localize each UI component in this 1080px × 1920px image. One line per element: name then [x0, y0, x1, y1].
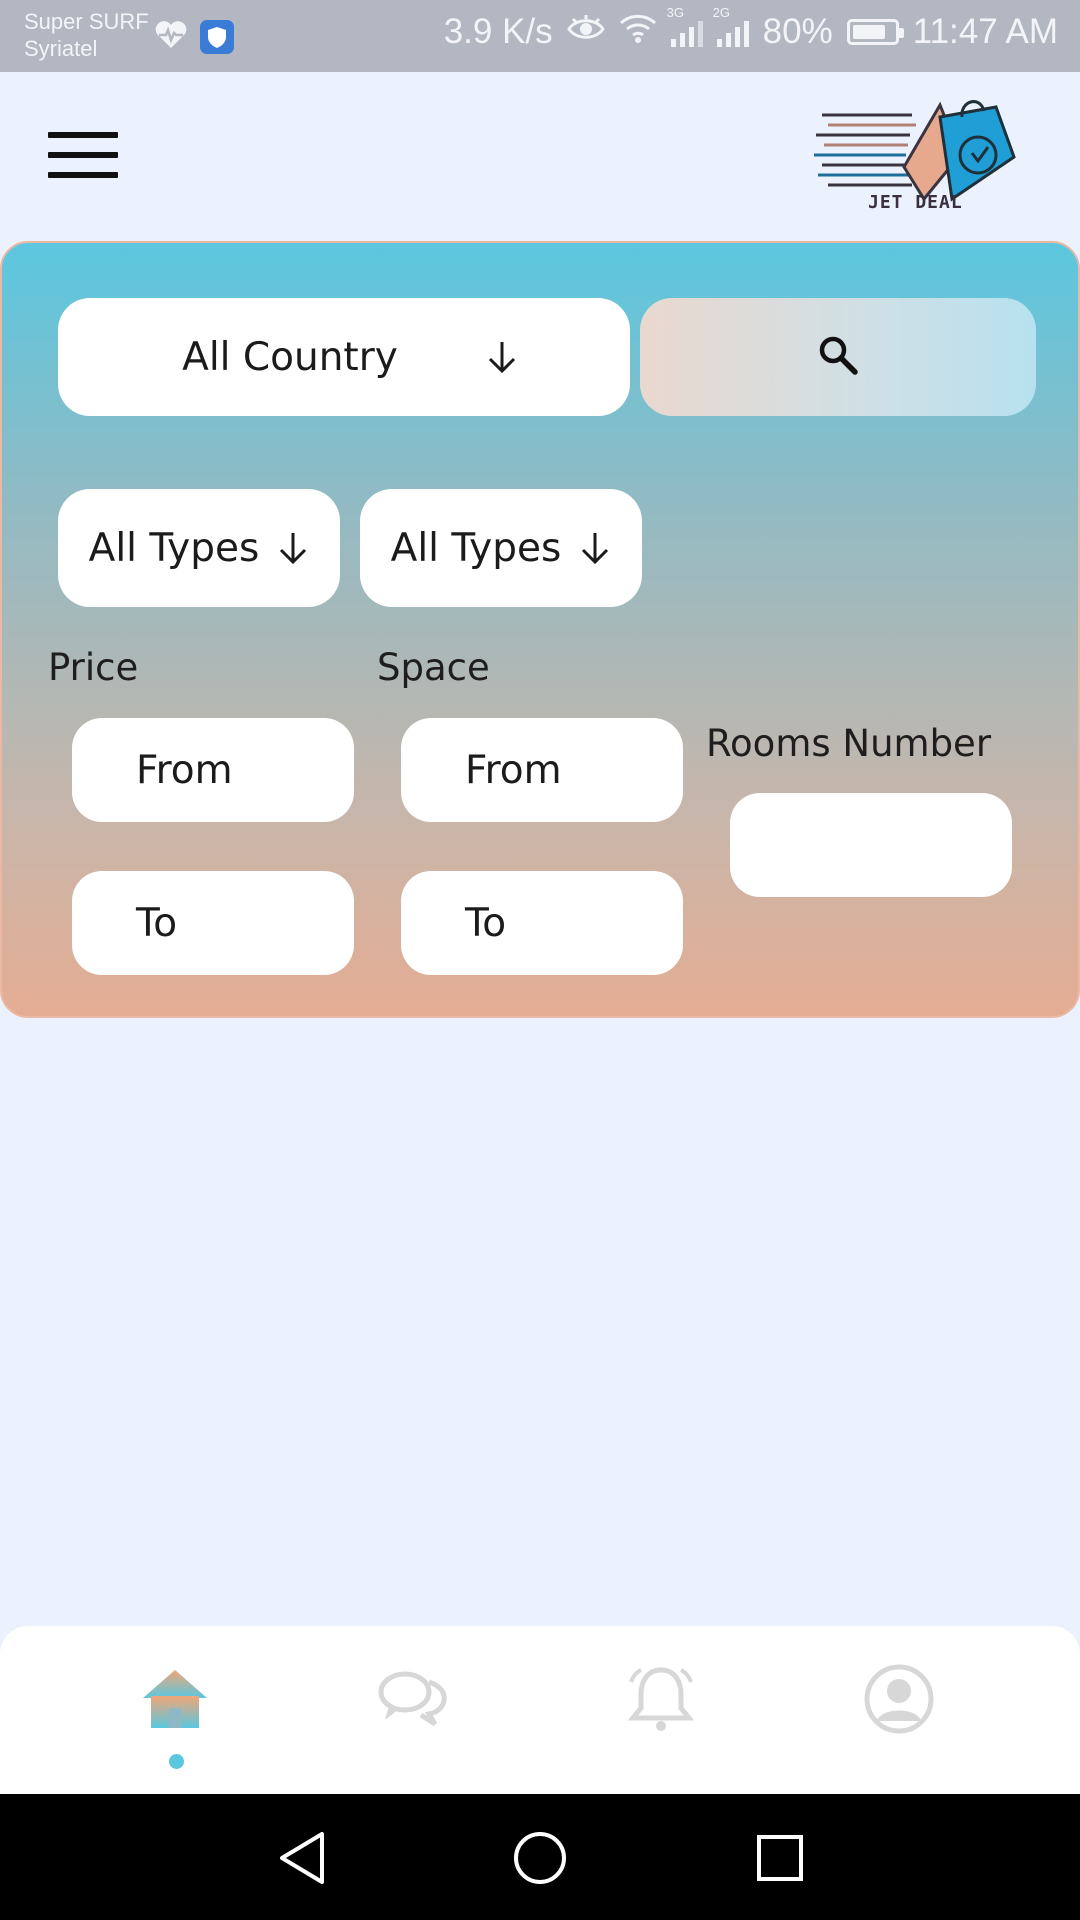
signal-bars-icon — [670, 17, 703, 47]
nav-home[interactable] — [130, 1656, 220, 1746]
signal-bars-icon — [716, 17, 749, 47]
wifi-icon — [619, 12, 657, 52]
bell-icon — [625, 1664, 697, 1738]
filter-panel: All Country All Types All Types Price Sp… — [0, 241, 1080, 1018]
battery-percent: 80% — [762, 12, 833, 51]
space-label: Space — [377, 646, 490, 689]
search-icon — [817, 334, 859, 380]
arrow-down-icon — [277, 531, 309, 565]
price-from-placeholder: From — [136, 747, 233, 793]
space-to-placeholder: To — [465, 900, 507, 946]
rooms-number-label: Rooms Number — [706, 722, 992, 765]
menu-icon[interactable] — [48, 130, 118, 180]
shield-icon — [200, 20, 234, 58]
chat-icon — [377, 1668, 449, 1734]
signal-2g: 2G — [713, 5, 749, 47]
type-dropdown-1[interactable]: All Types — [58, 489, 340, 607]
network-type-3g: 3G — [666, 5, 684, 20]
carrier-info: Super SURF Syriatel — [24, 8, 149, 62]
country-dropdown[interactable]: All Country — [58, 298, 630, 416]
space-to-input[interactable]: To — [401, 871, 683, 975]
back-icon[interactable] — [272, 1830, 332, 1886]
nav-chat[interactable] — [368, 1656, 458, 1746]
heart-rate-icon — [154, 20, 188, 58]
clock: 11:47 AM — [912, 12, 1058, 51]
home-icon — [139, 1666, 211, 1736]
type-dropdown-2-value: All Types — [390, 525, 562, 571]
space-from-placeholder: From — [465, 747, 562, 793]
profile-icon — [863, 1663, 935, 1739]
price-from-input[interactable]: From — [72, 718, 354, 822]
active-indicator — [169, 1754, 184, 1769]
space-from-input[interactable]: From — [401, 718, 683, 822]
system-nav-bar — [0, 1794, 1080, 1920]
bottom-nav — [0, 1626, 1080, 1794]
network-type-2g: 2G — [712, 5, 730, 20]
recents-square-icon[interactable] — [750, 1830, 810, 1886]
eye-icon — [566, 12, 605, 52]
price-to-placeholder: To — [136, 900, 178, 946]
network-speed: 3.9 K/s — [443, 12, 553, 51]
status-right: 3.9 K/s 3G 2G 80% 11:47 AM — [443, 5, 1058, 52]
battery-icon — [846, 19, 904, 45]
logo-text: JET DEAL — [868, 192, 963, 213]
nav-notifications[interactable] — [616, 1656, 706, 1746]
price-label: Price — [48, 646, 139, 689]
nav-profile[interactable] — [854, 1656, 944, 1746]
home-circle-icon[interactable] — [510, 1830, 570, 1886]
rooms-number-input[interactable] — [730, 793, 1012, 897]
search-button[interactable] — [640, 298, 1036, 416]
battery-fill — [852, 25, 885, 39]
signal-3g: 3G — [667, 5, 703, 47]
type-dropdown-2[interactable]: All Types — [360, 489, 642, 607]
carrier-line-2: Syriatel — [24, 36, 98, 61]
arrow-down-icon — [579, 531, 611, 565]
status-left-icons — [154, 20, 234, 58]
price-to-input[interactable]: To — [72, 871, 354, 975]
carrier-line-1: Super SURF — [24, 9, 149, 34]
country-dropdown-value: All Country — [182, 334, 398, 380]
status-bar: Super SURF Syriatel 3.9 K/s 3G 2G 80% 11… — [0, 0, 1080, 72]
arrow-down-icon — [486, 340, 518, 374]
type-dropdown-1-value: All Types — [88, 525, 260, 571]
